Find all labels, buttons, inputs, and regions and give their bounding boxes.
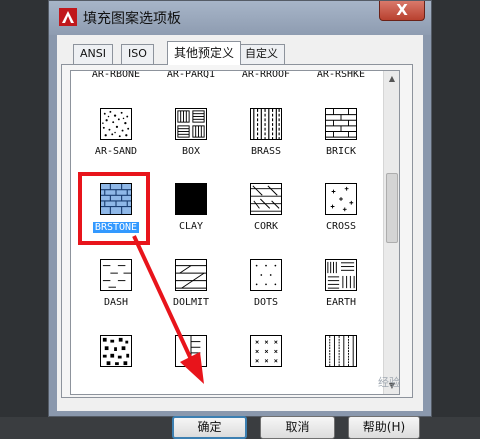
pattern-label: CROSS <box>325 221 357 232</box>
hatch-swatch <box>325 335 357 367</box>
brass-swatch <box>250 108 282 140</box>
earth-swatch <box>325 259 357 291</box>
pattern-label: AR-RSHKE <box>316 70 366 80</box>
background-right <box>432 0 480 417</box>
title-bar[interactable]: 填充图案选项板 X <box>49 1 431 35</box>
pattern-dash[interactable]: DASH <box>79 259 153 308</box>
pattern-label: EARTH <box>325 297 357 308</box>
close-button[interactable]: X <box>379 1 425 21</box>
box-swatch <box>175 108 207 140</box>
pattern-label: DASH <box>103 297 129 308</box>
pattern-ar-sand[interactable]: AR-SAND <box>79 108 153 157</box>
cancel-button[interactable]: 取消 <box>260 416 335 439</box>
pattern-brick[interactable]: BRICK <box>304 108 378 157</box>
pattern-ar-rbone[interactable]: AR-RBONE <box>79 70 153 80</box>
highlight-box <box>78 172 150 245</box>
pattern-ar-rroof[interactable]: AR-RROOF <box>229 70 303 80</box>
ar-sand-swatch <box>100 108 132 140</box>
pattern-label: CLAY <box>178 221 204 232</box>
hatch-pattern-palette-dialog: 填充图案选项板 X ANSI ISO 其他预定义 自定义 AR-RBONE AR… <box>48 0 432 439</box>
scrollbar-thumb[interactable] <box>386 173 398 243</box>
background-left <box>0 0 48 417</box>
pattern-label: DOLMIT <box>172 297 210 308</box>
autocad-logo-icon <box>59 8 77 26</box>
pattern-cross[interactable]: CROSS <box>304 183 378 232</box>
pattern-label: AR-PARQ1 <box>166 70 216 80</box>
tab-other-predefined[interactable]: 其他预定义 <box>167 41 242 65</box>
cross-swatch <box>325 183 357 215</box>
pattern-box[interactable]: BOX <box>154 108 228 157</box>
pattern-brass[interactable]: BRASS <box>229 108 303 157</box>
tab-panel: AR-RBONE AR-PARQ1 AR-RROOF AR-RSHKE AR-S… <box>61 64 413 398</box>
pattern-earth[interactable]: EARTH <box>304 259 378 308</box>
pattern-row4-1[interactable] <box>79 335 153 367</box>
tab-ansi[interactable]: ANSI <box>73 44 113 64</box>
hatch-swatch <box>175 335 207 367</box>
ok-button[interactable]: 确定 <box>172 416 247 439</box>
pattern-label: BOX <box>181 146 201 157</box>
pattern-row4-4[interactable] <box>304 335 378 367</box>
pattern-label: AR-RBONE <box>91 70 141 80</box>
watermark: 经验 <box>378 376 400 389</box>
dots-swatch <box>250 259 282 291</box>
scroll-up-icon[interactable]: ▲ <box>384 71 399 87</box>
clay-swatch <box>175 183 207 215</box>
tab-custom[interactable]: 自定义 <box>238 44 285 64</box>
pattern-list[interactable]: AR-RBONE AR-PARQ1 AR-RROOF AR-RSHKE AR-S… <box>70 70 400 395</box>
pattern-ar-parq1[interactable]: AR-PARQ1 <box>154 70 228 80</box>
brick-swatch <box>325 108 357 140</box>
pattern-label: AR-SAND <box>94 146 138 157</box>
dolmit-swatch <box>175 259 207 291</box>
vertical-scrollbar[interactable]: ▲ ▼ <box>383 71 399 394</box>
pattern-row4-3[interactable] <box>229 335 303 367</box>
pattern-label: CORK <box>253 221 279 232</box>
window-title: 填充图案选项板 <box>83 11 181 27</box>
cork-swatch <box>250 183 282 215</box>
pattern-clay[interactable]: CLAY <box>154 183 228 232</box>
pattern-dots[interactable]: DOTS <box>229 259 303 308</box>
pattern-cork[interactable]: CORK <box>229 183 303 232</box>
hatch-swatch <box>100 335 132 367</box>
pattern-ar-rshke[interactable]: AR-RSHKE <box>304 70 378 80</box>
hatch-swatch <box>250 335 282 367</box>
pattern-label: AR-RROOF <box>241 70 291 80</box>
dash-swatch <box>100 259 132 291</box>
pattern-row4-2[interactable] <box>154 335 228 367</box>
tab-iso[interactable]: ISO <box>121 44 154 64</box>
pattern-label: BRASS <box>250 146 282 157</box>
pattern-label: DOTS <box>253 297 279 308</box>
pattern-dolmit[interactable]: DOLMIT <box>154 259 228 308</box>
dialog-client-area: ANSI ISO 其他预定义 自定义 AR-RBONE AR-PARQ1 AR-… <box>57 35 423 439</box>
pattern-label: BRICK <box>325 146 357 157</box>
help-button[interactable]: 帮助(H) <box>348 416 420 439</box>
